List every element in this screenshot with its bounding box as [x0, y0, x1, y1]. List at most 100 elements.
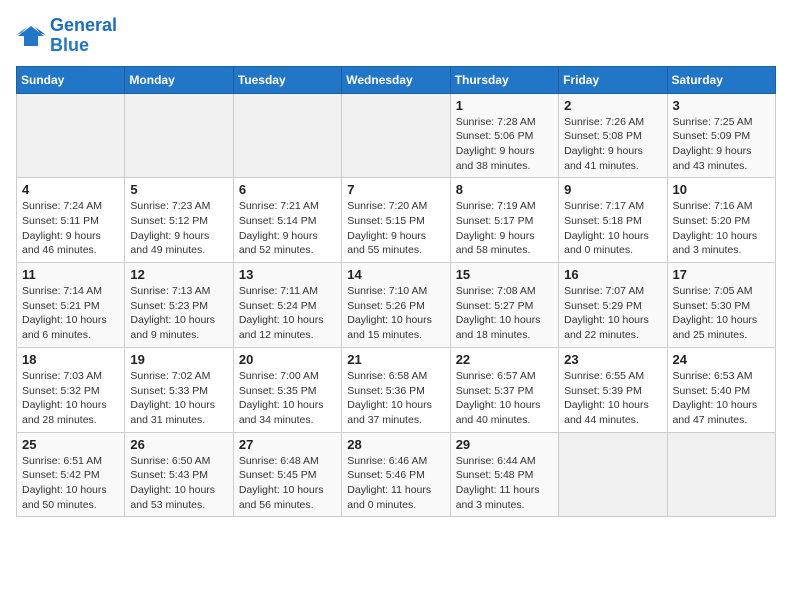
day-info: Sunrise: 7:21 AMSunset: 5:14 PMDaylight:…: [239, 199, 336, 258]
day-info: Sunrise: 6:53 AMSunset: 5:40 PMDaylight:…: [673, 369, 770, 428]
calendar-day-cell: 21 Sunrise: 6:58 AMSunset: 5:36 PMDayligh…: [342, 347, 450, 432]
calendar-day-cell: 20Sunrise: 7:00 AMSunset: 5:35 PMDayligh…: [233, 347, 341, 432]
day-number: 18: [22, 352, 119, 367]
day-number: 17: [673, 267, 770, 282]
calendar-day-cell: [233, 93, 341, 178]
calendar-day-cell: 23Sunrise: 6:55 AMSunset: 5:39 PMDayligh…: [559, 347, 667, 432]
day-info: Sunrise: 7:23 AMSunset: 5:12 PMDaylight:…: [130, 199, 227, 258]
calendar-week-row: 4Sunrise: 7:24 AMSunset: 5:11 PMDaylight…: [17, 178, 776, 263]
day-info: Sunrise: 7:19 AMSunset: 5:17 PMDaylight:…: [456, 199, 553, 258]
day-number: 11: [22, 267, 119, 282]
calendar-day-cell: 18 Sunrise: 7:03 AMSunset: 5:32 PMDayligh…: [17, 347, 125, 432]
calendar-day-cell: 12 Sunrise: 7:13 AMSunset: 5:23 PMDayligh…: [125, 263, 233, 348]
day-number: 3: [673, 98, 770, 113]
calendar-day-cell: 26 Sunrise: 6:50 AMSunset: 5:43 PMDayligh…: [125, 432, 233, 517]
weekday-header-thursday: Thursday: [450, 66, 558, 93]
day-info: Sunrise: 7:00 AMSunset: 5:35 PMDaylight:…: [239, 369, 336, 428]
day-number: 5: [130, 182, 227, 197]
calendar-day-cell: 7 Sunrise: 7:20 AMSunset: 5:15 PMDaylight…: [342, 178, 450, 263]
calendar-header: SundayMondayTuesdayWednesdayThursdayFrid…: [17, 66, 776, 93]
day-number: 19: [130, 352, 227, 367]
weekday-header-tuesday: Tuesday: [233, 66, 341, 93]
day-info: Sunrise: 7:25 AMSunset: 5:09 PMDaylight:…: [673, 115, 770, 174]
day-number: 16: [564, 267, 661, 282]
calendar-body: 1 Sunrise: 7:28 AMSunset: 5:06 PMDaylight…: [17, 93, 776, 517]
day-info: Sunrise: 7:05 AMSunset: 5:30 PMDaylight:…: [673, 284, 770, 343]
day-number: 14: [347, 267, 444, 282]
day-number: 9: [564, 182, 661, 197]
day-info: Sunrise: 7:14 AMSunset: 5:21 PMDaylight:…: [22, 284, 119, 343]
calendar-day-cell: 14 Sunrise: 7:10 AMSunset: 5:26 PMDayligh…: [342, 263, 450, 348]
day-info: Sunrise: 6:48 AMSunset: 5:45 PMDaylight:…: [239, 454, 336, 513]
day-info: Sunrise: 6:50 AMSunset: 5:43 PMDaylight:…: [130, 454, 227, 513]
calendar-day-cell: 19 Sunrise: 7:02 AMSunset: 5:33 PMDayligh…: [125, 347, 233, 432]
day-info: Sunrise: 7:20 AMSunset: 5:15 PMDaylight:…: [347, 199, 444, 258]
day-info: Sunrise: 7:07 AMSunset: 5:29 PMDaylight:…: [564, 284, 661, 343]
day-info: Sunrise: 6:58 AMSunset: 5:36 PMDaylight:…: [347, 369, 444, 428]
day-info: Sunrise: 7:03 AMSunset: 5:32 PMDaylight:…: [22, 369, 119, 428]
weekday-header-monday: Monday: [125, 66, 233, 93]
calendar-day-cell: 2 Sunrise: 7:26 AMSunset: 5:08 PMDaylight…: [559, 93, 667, 178]
calendar-day-cell: [559, 432, 667, 517]
day-info: Sunrise: 7:17 AMSunset: 5:18 PMDaylight:…: [564, 199, 661, 258]
calendar-day-cell: [17, 93, 125, 178]
calendar-day-cell: [125, 93, 233, 178]
day-number: 7: [347, 182, 444, 197]
day-number: 28: [347, 437, 444, 452]
day-number: 15: [456, 267, 553, 282]
day-number: 12: [130, 267, 227, 282]
day-number: 1: [456, 98, 553, 113]
day-number: 24: [673, 352, 770, 367]
calendar-day-cell: 13Sunrise: 7:11 AMSunset: 5:24 PMDayligh…: [233, 263, 341, 348]
day-info: Sunrise: 6:57 AMSunset: 5:37 PMDaylight:…: [456, 369, 553, 428]
calendar-week-row: 18 Sunrise: 7:03 AMSunset: 5:32 PMDayligh…: [17, 347, 776, 432]
day-info: Sunrise: 7:11 AMSunset: 5:24 PMDaylight:…: [239, 284, 336, 343]
calendar-week-row: 1 Sunrise: 7:28 AMSunset: 5:06 PMDaylight…: [17, 93, 776, 178]
calendar-day-cell: 15 Sunrise: 7:08 AMSunset: 5:27 PMDayligh…: [450, 263, 558, 348]
day-info: Sunrise: 7:02 AMSunset: 5:33 PMDaylight:…: [130, 369, 227, 428]
day-info: Sunrise: 7:26 AMSunset: 5:08 PMDaylight:…: [564, 115, 661, 174]
calendar-day-cell: 24 Sunrise: 6:53 AMSunset: 5:40 PMDayligh…: [667, 347, 775, 432]
day-number: 29: [456, 437, 553, 452]
day-number: 21: [347, 352, 444, 367]
calendar-week-row: 11 Sunrise: 7:14 AMSunset: 5:21 PMDayligh…: [17, 263, 776, 348]
calendar-week-row: 25 Sunrise: 6:51 AMSunset: 5:42 PMDayligh…: [17, 432, 776, 517]
logo-text-general: General: [50, 16, 117, 36]
day-number: 23: [564, 352, 661, 367]
day-number: 8: [456, 182, 553, 197]
day-info: Sunrise: 6:46 AMSunset: 5:46 PMDaylight:…: [347, 454, 444, 513]
day-number: 26: [130, 437, 227, 452]
day-info: Sunrise: 6:51 AMSunset: 5:42 PMDaylight:…: [22, 454, 119, 513]
day-info: Sunrise: 7:16 AMSunset: 5:20 PMDaylight:…: [673, 199, 770, 258]
day-info: Sunrise: 7:08 AMSunset: 5:27 PMDaylight:…: [456, 284, 553, 343]
calendar-day-cell: 27 Sunrise: 6:48 AMSunset: 5:45 PMDayligh…: [233, 432, 341, 517]
calendar-table: SundayMondayTuesdayWednesdayThursdayFrid…: [16, 66, 776, 518]
page-header: General Blue: [16, 16, 776, 56]
day-number: 25: [22, 437, 119, 452]
calendar-day-cell: 6Sunrise: 7:21 AMSunset: 5:14 PMDaylight…: [233, 178, 341, 263]
day-info: Sunrise: 7:13 AMSunset: 5:23 PMDaylight:…: [130, 284, 227, 343]
day-info: Sunrise: 7:24 AMSunset: 5:11 PMDaylight:…: [22, 199, 119, 258]
day-info: Sunrise: 7:10 AMSunset: 5:26 PMDaylight:…: [347, 284, 444, 343]
weekday-header-friday: Friday: [559, 66, 667, 93]
day-number: 27: [239, 437, 336, 452]
logo: General Blue: [16, 16, 117, 56]
calendar-day-cell: 3 Sunrise: 7:25 AMSunset: 5:09 PMDaylight…: [667, 93, 775, 178]
calendar-day-cell: 29 Sunrise: 6:44 AMSunset: 5:48 PMDayligh…: [450, 432, 558, 517]
weekday-header-wednesday: Wednesday: [342, 66, 450, 93]
day-info: Sunrise: 7:28 AMSunset: 5:06 PMDaylight:…: [456, 115, 553, 174]
day-info: Sunrise: 6:44 AMSunset: 5:48 PMDaylight:…: [456, 454, 553, 513]
day-number: 22: [456, 352, 553, 367]
calendar-day-cell: [667, 432, 775, 517]
calendar-day-cell: 9 Sunrise: 7:17 AMSunset: 5:18 PMDaylight…: [559, 178, 667, 263]
calendar-day-cell: 4Sunrise: 7:24 AMSunset: 5:11 PMDaylight…: [17, 178, 125, 263]
calendar-day-cell: 11 Sunrise: 7:14 AMSunset: 5:21 PMDayligh…: [17, 263, 125, 348]
logo-icon: [16, 22, 46, 50]
calendar-day-cell: 25 Sunrise: 6:51 AMSunset: 5:42 PMDayligh…: [17, 432, 125, 517]
day-number: 2: [564, 98, 661, 113]
calendar-day-cell: 10Sunrise: 7:16 AMSunset: 5:20 PMDayligh…: [667, 178, 775, 263]
calendar-day-cell: 5 Sunrise: 7:23 AMSunset: 5:12 PMDaylight…: [125, 178, 233, 263]
calendar-day-cell: 17 Sunrise: 7:05 AMSunset: 5:30 PMDayligh…: [667, 263, 775, 348]
weekday-header-row: SundayMondayTuesdayWednesdayThursdayFrid…: [17, 66, 776, 93]
logo-text-blue: Blue: [50, 36, 117, 56]
